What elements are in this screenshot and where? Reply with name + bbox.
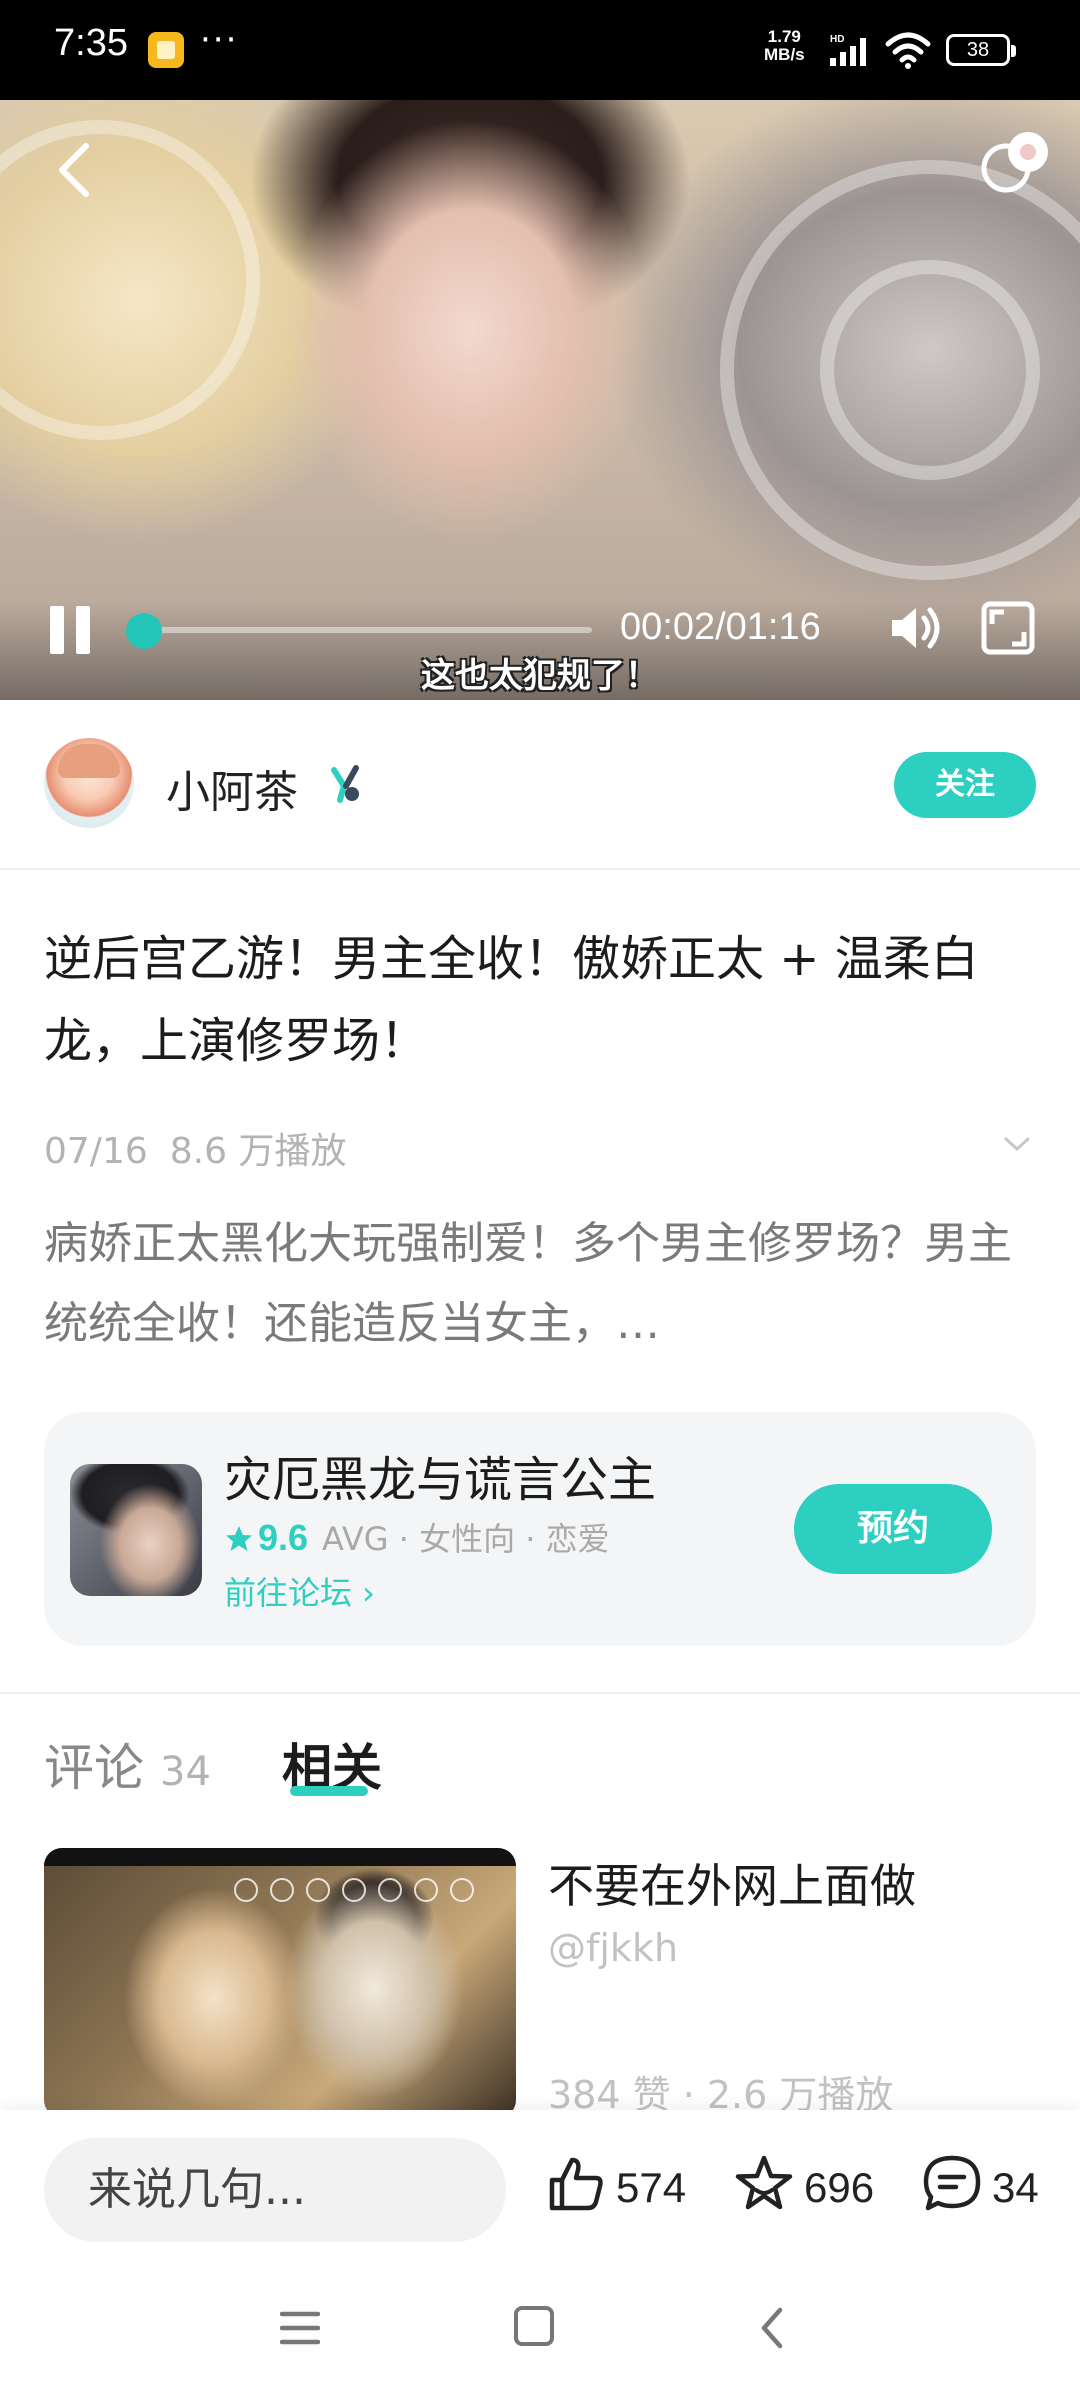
post-views: 8.6 万播放 [169, 1131, 347, 1172]
reserve-button[interactable]: 预约 [794, 1484, 992, 1574]
status-time: 7:35 [54, 22, 128, 64]
home-icon[interactable] [514, 2306, 554, 2346]
verified-badge-icon [326, 764, 366, 808]
related-video-thumbnail[interactable] [44, 1848, 516, 2118]
chevron-down-icon[interactable] [1002, 1134, 1032, 1158]
post-meta: 07/16 8.6 万播放 [44, 1122, 368, 1174]
bottom-action-bar: 来说几句... 574 696 34 [0, 2110, 1080, 2260]
game-name[interactable]: 灾厄黑龙与谎言公主 [224, 1440, 656, 1510]
wifi-icon [884, 30, 932, 74]
svg-text:HD: HD [830, 34, 844, 45]
game-rating: 9.6 [258, 1517, 309, 1558]
notification-app-icon [148, 32, 184, 68]
star-outline-icon [735, 2155, 793, 2210]
star-icon [224, 1524, 254, 1562]
author-avatar[interactable] [44, 738, 134, 828]
video-player[interactable]: 00:02/01:16 这也太犯规了！ [0, 100, 1080, 700]
recent-apps-icon[interactable] [279, 2308, 321, 2352]
tab-comments-label: 评论 [44, 1739, 144, 1797]
tab-comments[interactable]: 评论 34 [44, 1728, 211, 1800]
network-speed: 1.79 MB/s [764, 28, 805, 64]
system-navigation-bar [0, 2260, 1080, 2400]
post-title: 逆后宫乙游！男主全收！傲娇正太 + 温柔白龙，上演修罗场！ [44, 931, 979, 1069]
back-icon[interactable] [754, 2304, 790, 2356]
status-more-icon: ··· [200, 20, 239, 60]
battery-icon: 38 [946, 34, 1016, 66]
progress-bar[interactable] [144, 627, 592, 633]
thumbs-up-icon [549, 2157, 603, 2211]
thumbnail-toolbar [234, 1878, 516, 1910]
background-ornament [820, 260, 1040, 480]
network-speed-value: 1.79 [767, 27, 801, 46]
like-count: 574 [616, 2164, 687, 2211]
game-icon[interactable] [70, 1464, 202, 1596]
related-video-title[interactable]: 不要在外网上面做 [548, 1850, 916, 1916]
progress-handle[interactable] [126, 613, 162, 649]
forum-link[interactable]: 前往论坛 › [224, 1568, 375, 1614]
background-ornament [0, 120, 260, 440]
related-video-author[interactable]: @fjkkh [548, 1926, 678, 1970]
network-speed-unit: MB/s [764, 45, 805, 64]
game-meta: 9.6 AVG · 女性向 · 恋爱 [224, 1514, 610, 1562]
author-row: 小阿茶 关注 [0, 700, 1080, 870]
status-bar: 7:35 ··· 1.79 MB/s HD 38 [0, 0, 1080, 100]
app-watermark-icon [976, 122, 1056, 202]
tab-comments-count: 34 [160, 1749, 211, 1795]
game-tags: AVG · 女性向 · 恋爱 [322, 1520, 610, 1558]
active-tab-indicator [290, 1786, 368, 1796]
video-subtitle: 这也太犯规了！ [421, 656, 659, 696]
section-divider [0, 1692, 1080, 1694]
video-time: 00:02/01:16 [620, 606, 821, 648]
post-description[interactable]: 病娇正太黑化大玩强制爱！多个男主修罗场？男主统统全收！还能造反当女主，… [44, 1204, 1036, 1364]
game-card[interactable]: 灾厄黑龙与谎言公主 9.6 AVG · 女性向 · 恋爱 前往论坛 › 预约 [44, 1412, 1036, 1646]
comment-input[interactable]: 来说几句... [44, 2138, 506, 2242]
signal-icon: HD [828, 32, 874, 72]
back-arrow-icon[interactable] [52, 140, 96, 200]
post-date: 07/16 [44, 1131, 148, 1172]
favorite-count: 696 [804, 2164, 875, 2211]
comment-bubble-icon [923, 2155, 981, 2211]
follow-button[interactable]: 关注 [894, 752, 1036, 818]
comment-count: 34 [992, 2164, 1039, 2211]
author-name[interactable]: 小阿茶 [166, 756, 298, 820]
